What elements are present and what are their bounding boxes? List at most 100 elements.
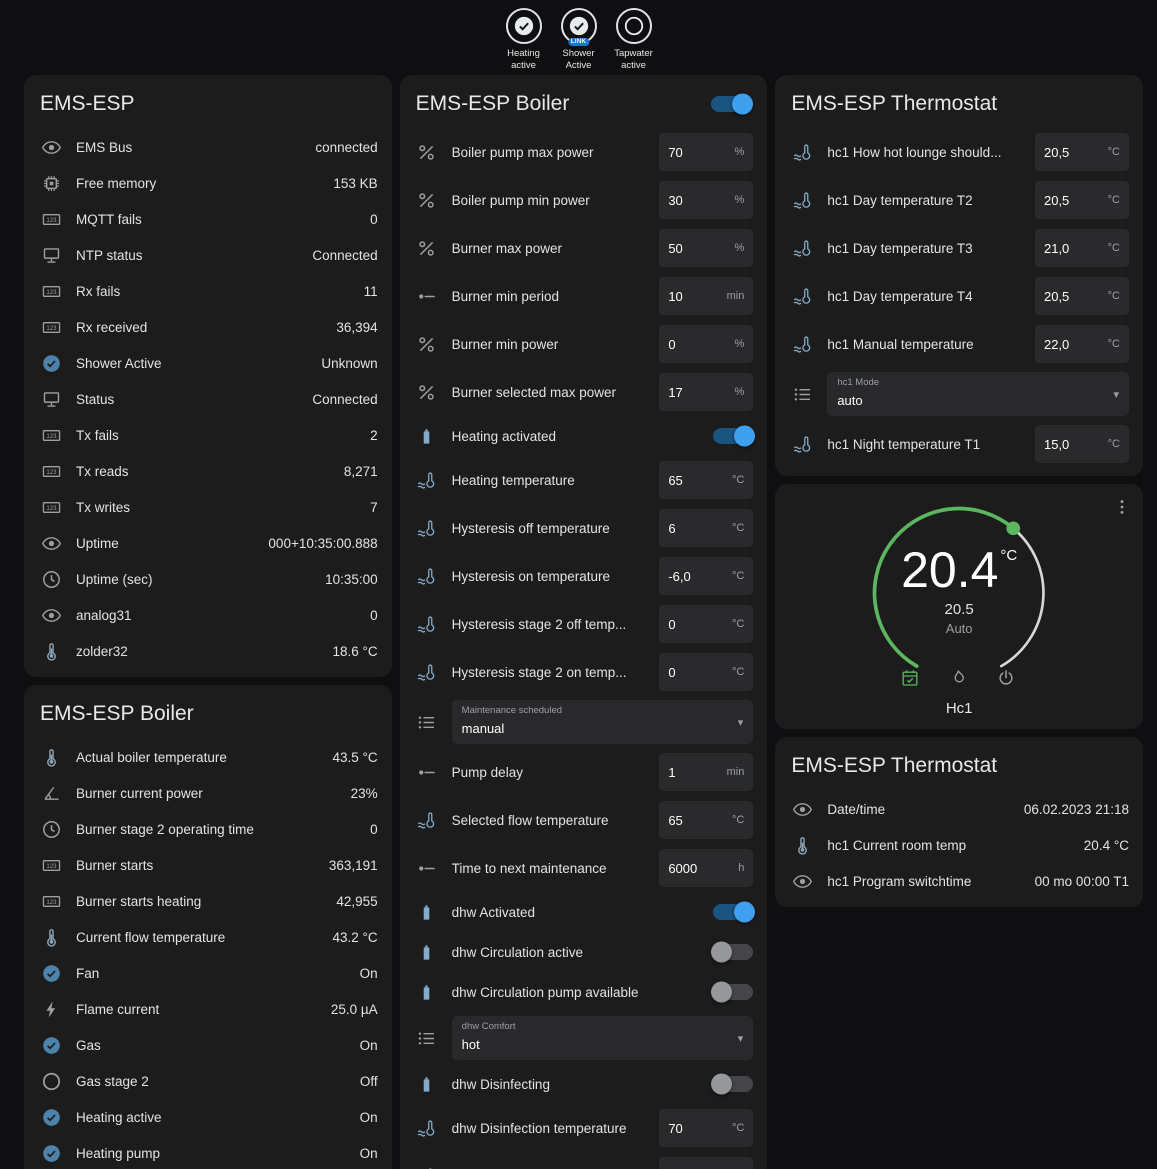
entity-row[interactable]: Date/time06.02.2023 21:18 [775, 791, 1143, 827]
number-input[interactable]: 20,5°C [1035, 133, 1129, 171]
card-boiler-controls: EMS-ESP BoilerBoiler pump max power70%Bo… [400, 75, 768, 1169]
entity-value: 0 [370, 212, 378, 227]
entity-row[interactable]: Free memory153 KB [24, 165, 392, 201]
entity-value: 7 [370, 500, 378, 515]
number-input[interactable]: 50% [659, 229, 753, 267]
entity-row[interactable]: hc1 Program switchtime00 mo 00:00 T1 [775, 863, 1143, 899]
entity-row[interactable]: Heating activeOn [24, 1099, 392, 1135]
entity-row[interactable]: Uptime000+10:35:00.888 [24, 525, 392, 561]
number-input[interactable]: 65°C [659, 801, 753, 839]
entity-row[interactable]: 123Burner starts heating42,955 [24, 883, 392, 919]
list-icon [416, 711, 438, 733]
thermo-water-icon [416, 469, 438, 491]
number-input[interactable]: 6°C [659, 509, 753, 547]
badge-check-icon: LINK [561, 8, 597, 44]
check-circle-icon [40, 962, 62, 984]
select-input[interactable]: dhw Comforthot▾ [452, 1016, 754, 1060]
clock-icon [40, 818, 62, 840]
entity-row[interactable]: hc1 Current room temp20.4 °C [775, 827, 1143, 863]
entity-row[interactable]: Gas stage 2Off [24, 1063, 392, 1099]
entity-label: EMS Bus [76, 140, 301, 155]
entity-row[interactable]: Flame current25.0 µA [24, 991, 392, 1027]
number-value: -6,0 [668, 569, 690, 584]
number-input[interactable]: 20,5°C [1035, 277, 1129, 315]
current-temperature: 20.4°C [901, 545, 1017, 595]
number-input[interactable]: 15,0°C [1035, 425, 1129, 463]
column-middle: EMS-ESP BoilerBoiler pump max power70%Bo… [400, 75, 768, 1169]
number-row: Burner selected max power 17% [400, 368, 768, 416]
entity-label: zolder32 [76, 644, 318, 659]
entity-row[interactable]: Burner current power23% [24, 775, 392, 811]
number-row: hc1 Day temperature T420,5°C [775, 272, 1143, 320]
entity-row[interactable]: StatusConnected [24, 381, 392, 417]
number-input[interactable]: 0% [659, 325, 753, 363]
number-value: 15,0 [1044, 437, 1069, 452]
number-input[interactable]: -6,0°C [659, 557, 753, 595]
toggle-switch[interactable] [711, 96, 751, 112]
entity-label: Burner selected max power [452, 385, 646, 400]
entity-label: Date/time [827, 802, 1010, 817]
toggle-row: dhw Activated [400, 892, 768, 932]
number-unit: °C [1108, 338, 1120, 350]
entity-row[interactable]: 123Rx fails11 [24, 273, 392, 309]
number-input[interactable]: 22,0°C [1035, 325, 1129, 363]
number-input[interactable]: 0°C [659, 605, 753, 643]
entity-row[interactable]: 123MQTT fails0 [24, 201, 392, 237]
number-input[interactable]: 1min [659, 753, 753, 791]
entity-row[interactable]: FanOn [24, 955, 392, 991]
thermo-water-icon [416, 809, 438, 831]
toggle-switch[interactable] [713, 1076, 753, 1092]
number-unit: % [735, 386, 745, 398]
entity-row[interactable]: GasOn [24, 1027, 392, 1063]
entity-row[interactable]: Shower ActiveUnknown [24, 345, 392, 381]
entity-row[interactable]: EMS Busconnected [24, 129, 392, 165]
number-input[interactable]: 30% [659, 181, 753, 219]
badge-tapwater[interactable]: Tapwateractive [609, 8, 659, 73]
badge-label-line1: Tapwater [614, 48, 653, 60]
entity-row[interactable]: zolder32 18.6 °C [24, 633, 392, 669]
more-options-button[interactable] [1109, 494, 1135, 520]
number-input[interactable]: 17% [659, 373, 753, 411]
toggle-switch[interactable] [713, 944, 753, 960]
entity-value: 18.6 °C [332, 644, 377, 659]
number-input[interactable]: 6000h [659, 849, 753, 887]
number-input[interactable]: 0°C [659, 653, 753, 691]
select-input[interactable]: hc1 Modeauto▾ [827, 372, 1129, 416]
entity-label: dhw Disinfection temperature [452, 1121, 646, 1136]
entity-row[interactable]: NTP statusConnected [24, 237, 392, 273]
entity-row[interactable]: 123Tx fails2 [24, 417, 392, 453]
entity-row[interactable]: 123Tx reads8,271 [24, 453, 392, 489]
network-icon [40, 244, 62, 266]
entity-row[interactable]: Current flow temperature43.2 °C [24, 919, 392, 955]
number-row: Boiler pump max power70% [400, 128, 768, 176]
dial-icon [416, 761, 438, 783]
svg-text:123: 123 [46, 432, 57, 439]
number-input[interactable]: 40°C [659, 1157, 753, 1169]
entity-label: Pump delay [452, 765, 646, 780]
number-input[interactable]: 65°C [659, 461, 753, 499]
badge-shower[interactable]: LINKShowerActive [554, 8, 604, 73]
entity-label: MQTT fails [76, 212, 356, 227]
entity-row[interactable]: 123Burner starts363,191 [24, 847, 392, 883]
entity-label: Flame current [76, 1002, 317, 1017]
card-title: EMS-ESP Thermostat [791, 92, 1127, 116]
number-input[interactable]: 20,5°C [1035, 181, 1129, 219]
entity-row[interactable]: analog310 [24, 597, 392, 633]
number-unit: °C [732, 1122, 744, 1134]
entity-row[interactable]: 123Tx writes7 [24, 489, 392, 525]
number-input[interactable]: 70% [659, 133, 753, 171]
entity-row[interactable]: Actual boiler temperature43.5 °C [24, 739, 392, 775]
entity-row[interactable]: 123Rx received36,394 [24, 309, 392, 345]
number-input[interactable]: 21,0°C [1035, 229, 1129, 267]
toggle-switch[interactable] [713, 904, 753, 920]
number-input[interactable]: 10min [659, 277, 753, 315]
entity-row[interactable]: Uptime (sec)10:35:00 [24, 561, 392, 597]
number-input[interactable]: 70°C [659, 1109, 753, 1147]
entity-row[interactable]: Heating pumpOn [24, 1135, 392, 1169]
temperature-dial[interactable]: 20.4°C 20.5 Auto [864, 498, 1054, 688]
entity-row[interactable]: Burner stage 2 operating time0 [24, 811, 392, 847]
toggle-switch[interactable] [713, 984, 753, 1000]
toggle-switch[interactable] [713, 428, 753, 444]
select-input[interactable]: Maintenance scheduledmanual▾ [452, 700, 754, 744]
badge-heating[interactable]: Heatingactive [499, 8, 549, 73]
